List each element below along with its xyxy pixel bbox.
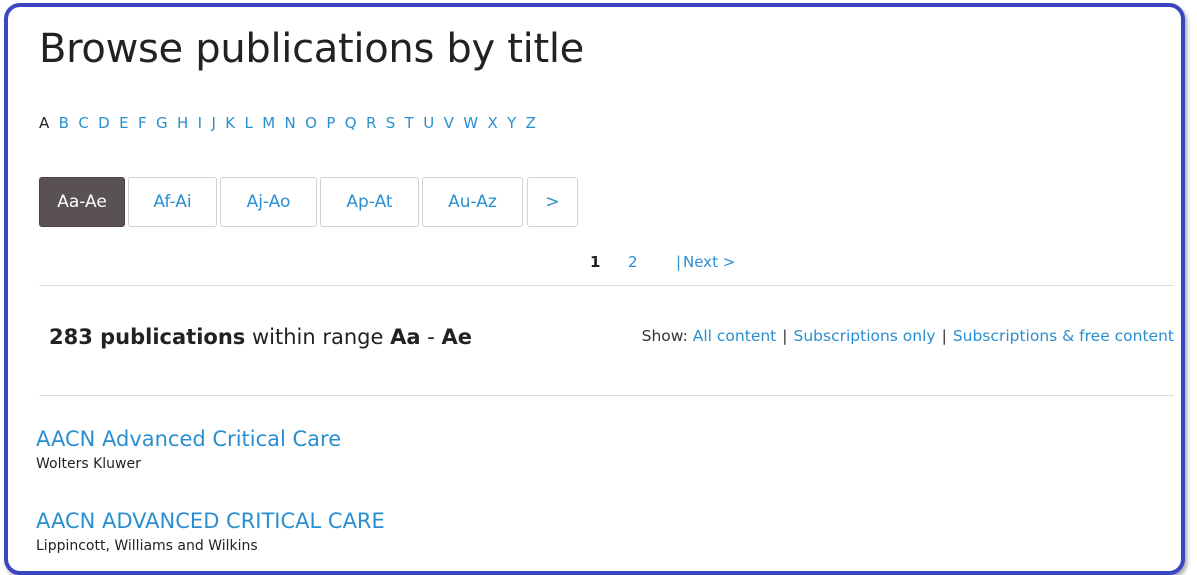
alphabet-letter-i[interactable]: I	[198, 113, 202, 133]
alphabet-letter-f[interactable]: F	[138, 113, 147, 133]
alphabet-letter-k[interactable]: K	[225, 113, 235, 133]
alphabet-letter-p[interactable]: P	[326, 113, 335, 133]
publication-title-link[interactable]: AACN ADVANCED CRITICAL CARE	[36, 507, 385, 535]
list-item: AACN ADVANCED CRITICAL CARE Lippincott, …	[36, 507, 385, 557]
filter-separator: |	[782, 327, 788, 345]
alphabet-letter-c[interactable]: C	[78, 113, 88, 133]
browse-panel: Browse publications by title A B C D E F…	[4, 3, 1185, 575]
divider	[39, 285, 1174, 286]
publication-title-link[interactable]: AACN Advanced Critical Care	[36, 425, 341, 453]
alphabet-letter-o[interactable]: O	[305, 113, 317, 133]
range-start: Aa	[390, 325, 421, 349]
alphabet-letter-g[interactable]: G	[156, 113, 168, 133]
alphabet-letter-z[interactable]: Z	[526, 113, 536, 133]
page-link-2[interactable]: 2	[628, 252, 638, 272]
range-dash: -	[427, 325, 435, 349]
filter-subscriptions-only-link[interactable]: Subscriptions only	[794, 327, 936, 345]
alphabet-letter-e[interactable]: E	[119, 113, 128, 133]
alphabet-letter-m[interactable]: M	[262, 113, 275, 133]
results-count: 283 publications	[49, 325, 246, 349]
filter-subscriptions-free-link[interactable]: Subscriptions & free content	[953, 327, 1174, 345]
range-tab-aj-ao[interactable]: Aj-Ao	[220, 177, 317, 227]
results-summary: 283 publications within range Aa - Ae	[49, 323, 472, 351]
alphabet-letter-b[interactable]: B	[59, 113, 69, 133]
alphabet-letter-v[interactable]: V	[444, 113, 454, 133]
range-tab-aa-ae[interactable]: Aa-Ae	[39, 177, 125, 227]
range-end: Ae	[441, 325, 473, 349]
divider	[39, 395, 1174, 396]
alphabet-nav: A B C D E F G H I J K L M N O P Q R S T …	[39, 113, 541, 133]
alphabet-letter-d[interactable]: D	[98, 113, 110, 133]
alphabet-letter-w[interactable]: W	[463, 113, 478, 133]
alphabet-letter-n[interactable]: N	[285, 113, 296, 133]
show-label: Show:	[641, 327, 688, 345]
range-tab-au-az[interactable]: Au-Az	[422, 177, 523, 227]
current-page: 1	[590, 253, 601, 271]
alphabet-letter-u[interactable]: U	[423, 113, 434, 133]
alphabet-letter-a: A	[39, 114, 50, 132]
filter-all-content-link[interactable]: All content	[693, 327, 777, 345]
alphabet-letter-h[interactable]: H	[177, 113, 188, 133]
publication-publisher: Lippincott, Williams and Wilkins	[36, 538, 258, 554]
results-within-text: within range	[251, 325, 384, 349]
range-tab-next-button[interactable]: >	[527, 177, 578, 227]
alphabet-letter-t[interactable]: T	[405, 113, 414, 133]
alphabet-letter-y[interactable]: Y	[507, 113, 516, 133]
next-page-link[interactable]: Next >	[683, 252, 735, 272]
range-tab-af-ai[interactable]: Af-Ai	[128, 177, 217, 227]
alphabet-letter-x[interactable]: X	[487, 113, 497, 133]
filter-separator: |	[941, 327, 947, 345]
show-filter: Show: All content | Subscriptions only | Sub…	[614, 321, 1174, 351]
alphabet-letter-q[interactable]: Q	[345, 113, 357, 133]
alphabet-letter-r[interactable]: R	[366, 113, 376, 133]
page-title: Browse publications by title	[39, 26, 584, 72]
publication-publisher: Wolters Kluwer	[36, 456, 141, 472]
alphabet-letter-l[interactable]: L	[244, 113, 252, 133]
alphabet-letter-j[interactable]: J	[211, 113, 215, 133]
alphabet-letter-s[interactable]: S	[386, 113, 396, 133]
pagination-separator: |	[676, 253, 682, 271]
list-item: AACN Advanced Critical Care Wolters Kluw…	[36, 425, 341, 475]
range-tab-ap-at[interactable]: Ap-At	[320, 177, 419, 227]
